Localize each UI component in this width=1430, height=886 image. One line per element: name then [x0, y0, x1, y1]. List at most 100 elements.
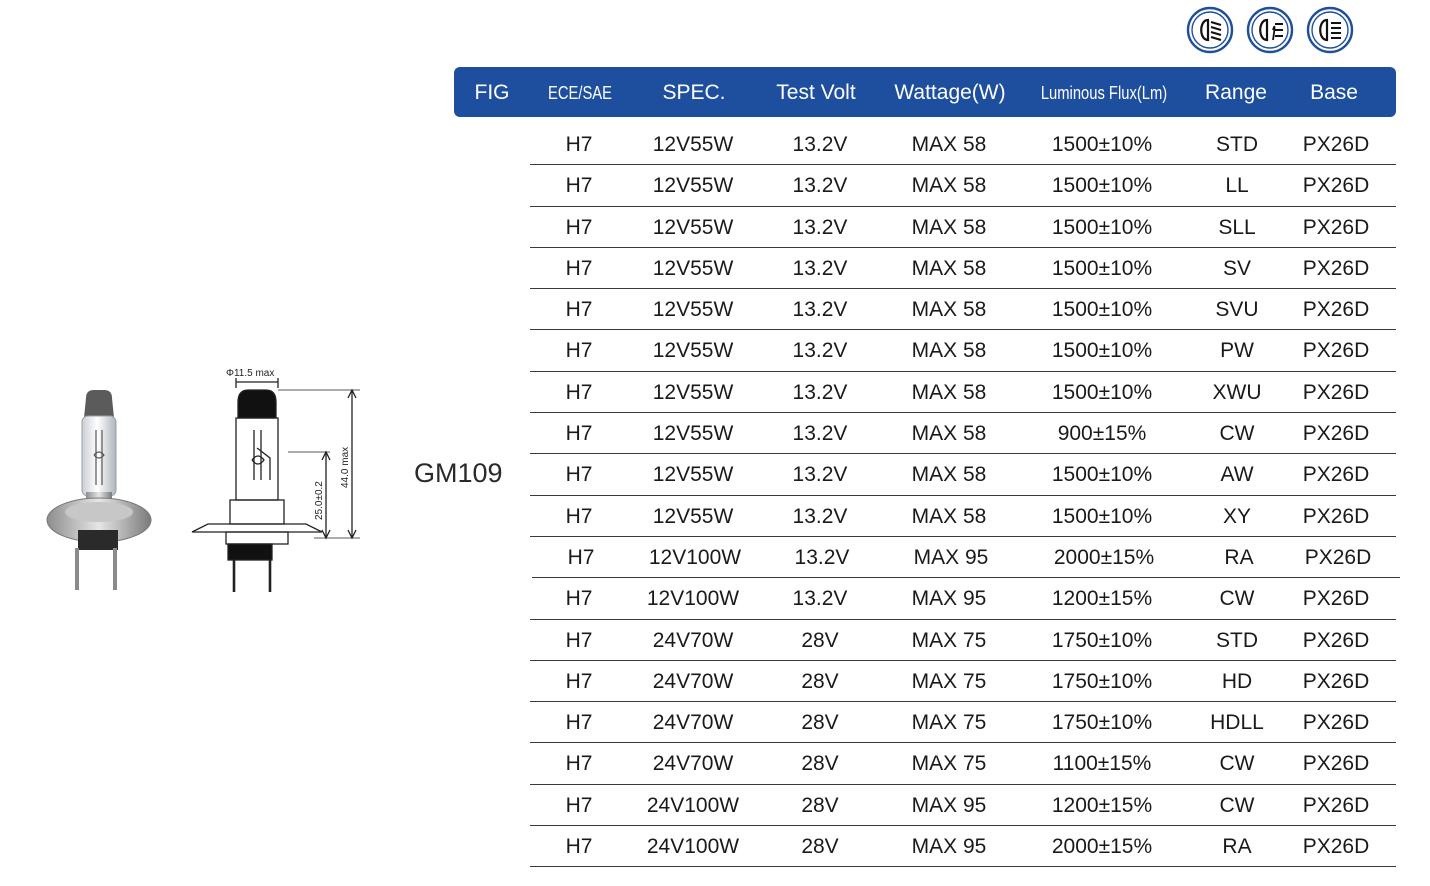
table-cell: CW — [1219, 587, 1255, 611]
table-cell: 13.2V — [792, 587, 848, 611]
table-cell: PX26D — [1302, 463, 1370, 487]
table-cell: H7 — [565, 298, 593, 322]
table-cell: H7 — [565, 835, 593, 859]
table-row: H7 12V55W 13.2V MAX 58 900±15% CW PX26D — [530, 413, 1396, 455]
header-test-volt: Test Volt — [776, 81, 856, 104]
table-cell: 12V55W — [652, 422, 734, 446]
model-number: GM109 — [414, 458, 503, 488]
table-cell: H7 — [565, 133, 593, 156]
header-ece-sae: ECE/SAE — [548, 83, 612, 103]
table-cell: 1200±15% — [1051, 793, 1153, 817]
table-cell: 13.2V — [792, 256, 848, 280]
table-cell: 13.2V — [792, 422, 848, 446]
table-cell: PW — [1220, 339, 1254, 363]
table-cell: MAX 75 — [911, 669, 987, 693]
table-cell: 13.2V — [792, 339, 848, 363]
table-row: H7 12V55W 13.2V MAX 58 1500±10% LL PX26D — [530, 165, 1396, 207]
table-cell: PX26D — [1302, 422, 1370, 446]
table-cell: H7 — [567, 545, 595, 569]
table-cell: H7 — [565, 174, 593, 198]
table-cell: PX26D — [1302, 628, 1370, 652]
table-cell: H7 — [565, 380, 593, 404]
table-cell: MAX 58 — [911, 133, 987, 156]
table-cell: 1500±10% — [1051, 504, 1153, 528]
table-cell: LL — [1225, 174, 1249, 198]
table-cell: H7 — [565, 422, 593, 446]
table-cell: MAX 95 — [913, 545, 989, 569]
table-cell: 24V70W — [652, 628, 734, 652]
table-cell: 1750±10% — [1051, 669, 1153, 693]
table-cell: PX26D — [1302, 256, 1370, 280]
table-cell: PX26D — [1302, 752, 1370, 776]
table-cell: 1750±10% — [1051, 628, 1153, 652]
table-cell: 13.2V — [792, 504, 848, 528]
table-cell: 12V55W — [652, 133, 734, 156]
table-cell: PX26D — [1302, 298, 1370, 322]
table-cell: XY — [1222, 504, 1251, 528]
table-row: H7 24V70W 28V MAX 75 1750±10% STD PX26D — [530, 620, 1396, 661]
table-cell: MAX 95 — [911, 793, 987, 817]
table-row: H7 12V55W 13.2V MAX 58 1500±10% AW PX26D — [530, 454, 1396, 496]
table-cell: 12V55W — [652, 174, 734, 198]
table-cell: PX26D — [1302, 835, 1370, 859]
low-beam-headlight-icon — [1186, 6, 1234, 54]
table-cell: 13.2V — [792, 380, 848, 404]
bulb-figure: Φ11.5 max 44.0 max 25.0±0.2 — [46, 368, 360, 592]
table-cell: H7 — [565, 463, 593, 487]
table-cell: H7 — [565, 256, 593, 280]
table-cell: 1500±10% — [1051, 215, 1153, 239]
header-fig: FIG — [474, 81, 510, 104]
table-cell: 24V100W — [646, 835, 740, 859]
table-cell: 1750±10% — [1051, 711, 1153, 735]
table-cell: PX26D — [1304, 545, 1372, 569]
table-cell: 28V — [801, 628, 839, 652]
table-cell: 28V — [801, 711, 839, 735]
table-cell: 24V70W — [652, 752, 734, 776]
table-row: H7 12V55W 13.2V MAX 58 1500±10% SVU PX26D — [530, 289, 1396, 331]
table-cell: PX26D — [1302, 669, 1370, 693]
table-cell: H7 — [565, 711, 593, 735]
table-row: H7 12V55W 13.2V MAX 58 1500±10% SLL PX26D — [530, 207, 1396, 248]
table-cell: SLL — [1218, 215, 1256, 239]
table-cell: PX26D — [1302, 504, 1370, 528]
lamp-function-icons — [1186, 6, 1356, 58]
table-cell: 1200±15% — [1051, 587, 1153, 611]
table-cell: HDLL — [1210, 711, 1264, 735]
table-cell: MAX 58 — [911, 422, 987, 446]
table-cell: PX26D — [1302, 793, 1370, 817]
table-cell: 13.2V — [794, 545, 850, 569]
table-cell: 28V — [801, 752, 839, 776]
table-row: H7 12V100W 13.2V MAX 95 1200±15% CW PX26D — [530, 578, 1396, 620]
table-cell: MAX 95 — [911, 587, 987, 611]
table-cell: H7 — [565, 504, 593, 528]
fog-light-icon — [1246, 6, 1294, 54]
table-cell: STD — [1216, 133, 1258, 156]
table-cell: MAX 58 — [911, 174, 987, 198]
table-cell: 1500±10% — [1051, 380, 1153, 404]
table-cell: CW — [1219, 422, 1255, 446]
table-row: H7 24V70W 28V MAX 75 1100±15% CW PX26D — [530, 743, 1396, 785]
table-row: H7 12V55W 13.2V MAX 58 1500±10% SV PX26D — [530, 248, 1396, 290]
header-spec: SPEC. — [662, 81, 726, 104]
table-cell: H7 — [565, 628, 593, 652]
table-cell: 2000±15% — [1051, 835, 1153, 859]
table-cell: 13.2V — [792, 298, 848, 322]
table-cell: 13.2V — [792, 215, 848, 239]
table-cell: 1500±10% — [1051, 256, 1153, 280]
table-cell: MAX 58 — [911, 339, 987, 363]
table-cell: 12V100W — [646, 587, 740, 611]
table-row: H7 12V55W 13.2V MAX 58 1500±10% STD PX26D — [530, 124, 1396, 166]
table-cell: MAX 58 — [911, 298, 987, 322]
table-cell: PX26D — [1302, 587, 1370, 611]
table-row: H7 12V55W 13.2V MAX 58 1500±10% XY PX26D — [530, 496, 1396, 537]
focal-dimension-label: 25.0±0.2 — [314, 481, 325, 520]
table-cell: PX26D — [1302, 380, 1370, 404]
table-cell: SV — [1222, 256, 1251, 280]
table-row: H7 12V55W 13.2V MAX 58 1500±10% XWU PX26D — [530, 372, 1396, 414]
table-cell: 13.2V — [792, 133, 848, 156]
table-cell: 1500±10% — [1051, 339, 1153, 363]
table-cell: 900±15% — [1057, 422, 1147, 446]
table-cell: H7 — [565, 339, 593, 363]
table-cell: AW — [1220, 463, 1254, 487]
bulb-photo — [46, 390, 152, 590]
